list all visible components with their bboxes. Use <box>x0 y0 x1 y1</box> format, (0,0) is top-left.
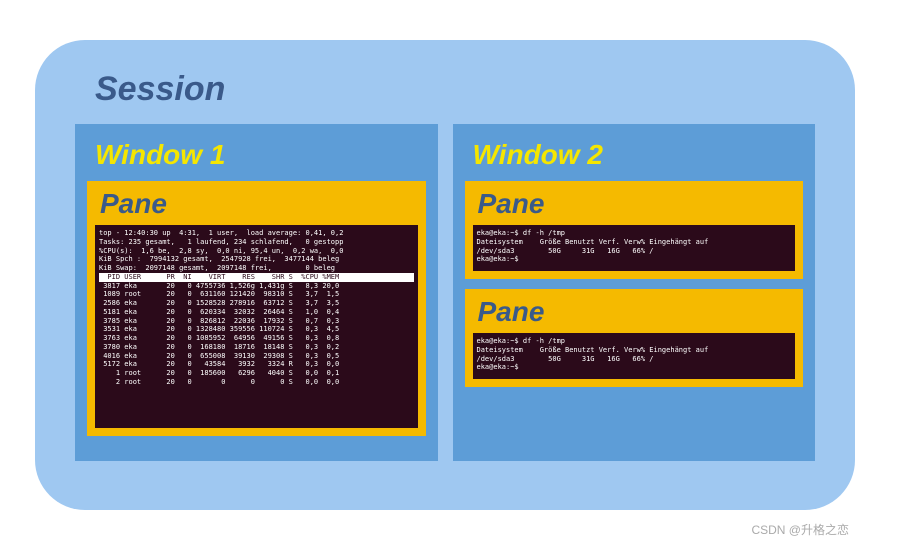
top-process-rows: 3817 eka 20 0 4755736 1,526g 1,431g S 8,… <box>99 282 339 386</box>
windows-row: Window 1 Pane top - 12:40:30 up 4:31, 1 … <box>65 124 825 461</box>
window-1-title: Window 1 <box>95 139 426 171</box>
terminal-df-1: eka@eka:~$ df -h /tmp Dateisystem Größe … <box>473 225 796 271</box>
window-2-title: Window 2 <box>473 139 804 171</box>
session-container: Session Window 1 Pane top - 12:40:30 up … <box>35 40 855 510</box>
pane-title: Pane <box>100 188 418 220</box>
window-2-pane-2: Pane eka@eka:~$ df -h /tmp Dateisystem G… <box>465 289 804 387</box>
pane-title: Pane <box>478 188 796 220</box>
window-1: Window 1 Pane top - 12:40:30 up 4:31, 1 … <box>75 124 438 461</box>
terminal-top: top - 12:40:30 up 4:31, 1 user, load ave… <box>95 225 418 428</box>
pane-title: Pane <box>478 296 796 328</box>
window-2: Window 2 Pane eka@eka:~$ df -h /tmp Date… <box>453 124 816 461</box>
window-2-pane-1: Pane eka@eka:~$ df -h /tmp Dateisystem G… <box>465 181 804 279</box>
top-summary: top - 12:40:30 up 4:31, 1 user, load ave… <box>99 229 343 272</box>
top-header-row: PID USER PR NI VIRT RES SHR S %CPU %MEM <box>99 273 414 282</box>
session-title: Session <box>95 70 825 109</box>
window-1-pane-1: Pane top - 12:40:30 up 4:31, 1 user, loa… <box>87 181 426 436</box>
terminal-df-2: eka@eka:~$ df -h /tmp Dateisystem Größe … <box>473 333 796 379</box>
watermark: CSDN @升格之恋 <box>751 521 849 538</box>
